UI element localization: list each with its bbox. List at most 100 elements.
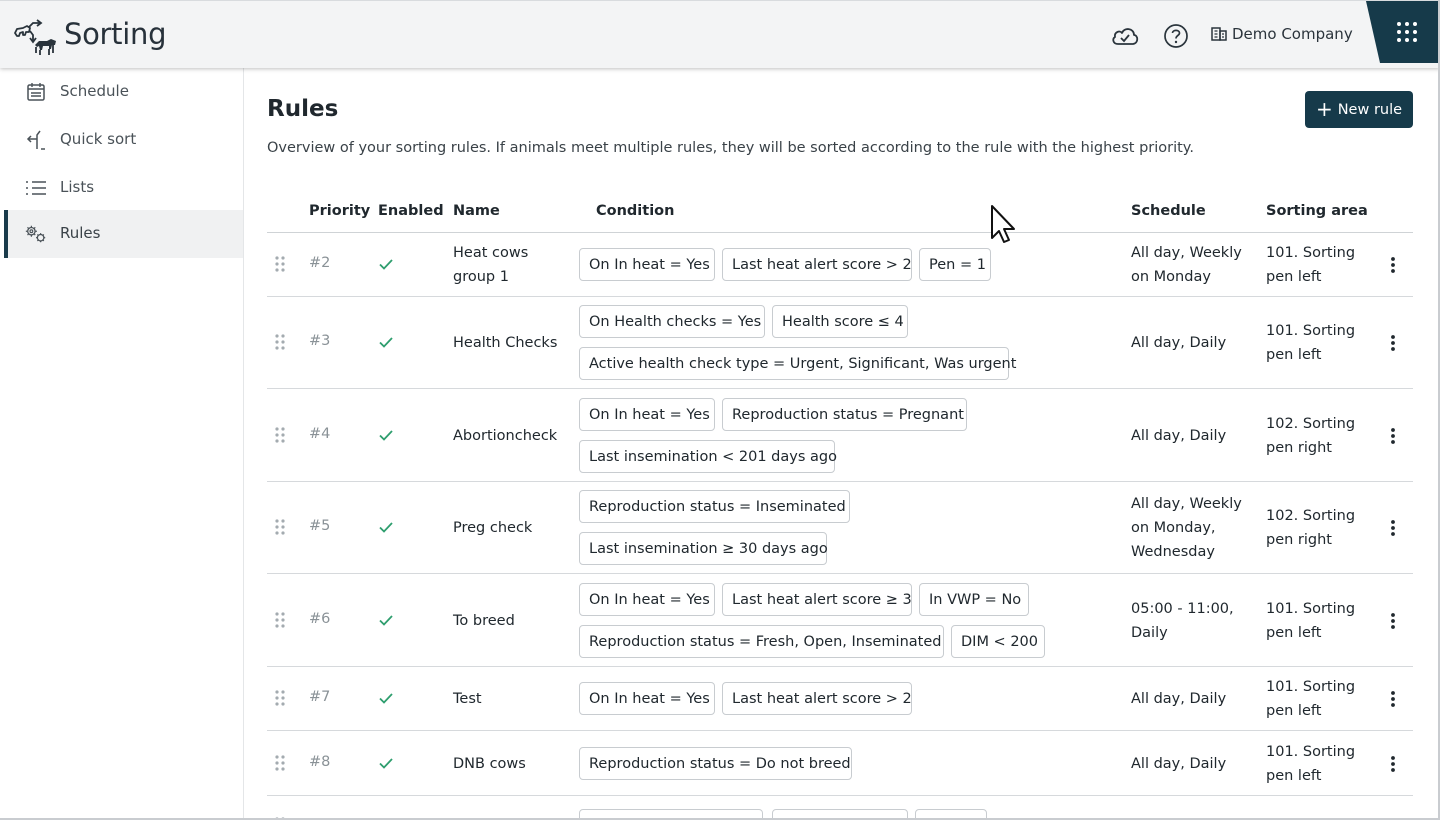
table-row[interactable]: #3 Health Checks On Health checks = Yes Hea… — [267, 297, 1413, 389]
condition-chip: Reproduction status = Do not breed — [579, 747, 852, 780]
sidebar-item-quick-sort[interactable]: Quick sort — [4, 116, 243, 164]
column-sorting-area[interactable]: Sorting area — [1266, 203, 1368, 219]
row-menu-icon[interactable] — [1385, 516, 1401, 540]
plus-icon: + — [1315, 96, 1333, 121]
condition-chip: Reproduction status = Pregnant — [722, 398, 967, 431]
help-icon[interactable] — [1161, 21, 1191, 51]
drag-handle-icon[interactable] — [273, 333, 287, 351]
cloud-check-icon[interactable] — [1110, 21, 1140, 51]
schedule-cell: All day, Daily — [1131, 752, 1255, 776]
new-rule-button[interactable]: + New rule — [1305, 91, 1413, 128]
priority-cell: #3 — [309, 333, 331, 349]
new-rule-label: New rule — [1337, 101, 1403, 118]
rule-name-line: Health Checks — [453, 335, 558, 351]
sorting-area-line: 101. Sorting — [1266, 323, 1356, 339]
table-row[interactable]: #5 Preg check Reproduction status = Insemi… — [267, 482, 1413, 574]
column-schedule[interactable]: Schedule — [1131, 203, 1206, 219]
mouse-cursor-icon — [991, 205, 1015, 243]
sorting-area-line: 101. Sorting — [1266, 744, 1356, 760]
table-row[interactable]: #6 To breed On In heat = Yes Last heat aler… — [267, 574, 1413, 667]
sorting-area-line: pen right — [1266, 440, 1332, 456]
drag-handle-icon[interactable] — [273, 754, 287, 772]
condition-chip: Last insemination < 201 days ago — [579, 440, 837, 473]
condition-chip: On In heat = Yes — [579, 583, 715, 616]
priority-cell: #2 — [309, 255, 331, 271]
priority-cell: #5 — [309, 518, 331, 534]
column-priority[interactable]: Priority — [309, 203, 370, 219]
schedule-line: Daily — [1131, 625, 1168, 641]
rule-name-line: Abortioncheck — [453, 428, 558, 444]
rule-name-line: Test — [453, 691, 482, 707]
condition-chip: Active health check type = Urgent, Signi… — [579, 347, 1016, 380]
condition-chip: On In heat = Yes — [579, 248, 715, 281]
sidebar-item-rules[interactable]: Rules — [4, 210, 243, 258]
main-content: Rules + New rule Overview of your sorting… — [250, 68, 1440, 820]
condition-chip: Reproduction status = Fresh, Open, Insem… — [579, 625, 944, 658]
drag-handle-icon[interactable] — [273, 689, 287, 707]
row-menu-icon[interactable] — [1385, 752, 1401, 776]
row-menu-icon[interactable] — [1385, 687, 1401, 711]
rule-name: Abortioncheck — [453, 424, 573, 448]
rule-name: Heat cows group 1 — [453, 241, 573, 289]
drag-handle-icon[interactable] — [273, 255, 287, 273]
company-switcher[interactable]: Demo Company — [1210, 25, 1353, 43]
column-name[interactable]: Name — [453, 203, 500, 219]
drag-handle-icon[interactable] — [273, 426, 287, 444]
condition-chip: DIM < 200 — [951, 625, 1045, 658]
sorting-area-line: pen left — [1266, 768, 1322, 784]
column-condition[interactable]: Condition — [596, 203, 674, 219]
sorting-area-line: 101. Sorting — [1266, 245, 1356, 261]
drag-handle-icon[interactable] — [273, 611, 287, 629]
sidebar-item-lists[interactable]: Lists — [4, 164, 243, 212]
sidebar-item-label: Schedule — [60, 82, 129, 100]
schedule-line: 05:00 - 11:00, — [1131, 601, 1234, 617]
drag-handle-icon[interactable] — [273, 518, 287, 536]
column-enabled[interactable]: Enabled — [378, 203, 444, 219]
schedule-line: on Monday, — [1131, 520, 1216, 536]
app-grid-button[interactable] — [1366, 1, 1440, 63]
enabled-check-icon — [377, 426, 395, 444]
sidebar-item-schedule[interactable]: Schedule — [4, 68, 243, 116]
schedule-line: All day, Daily — [1131, 428, 1227, 444]
enabled-check-icon — [377, 255, 395, 273]
rule-name: To breed — [453, 609, 573, 633]
sorting-area-line: pen right — [1266, 532, 1332, 548]
row-menu-icon[interactable] — [1385, 253, 1401, 277]
rule-name: DNB cows — [453, 752, 573, 776]
app-grid-icon — [1366, 1, 1440, 63]
sorting-area-line: pen left — [1266, 347, 1322, 363]
row-menu-icon[interactable] — [1385, 609, 1401, 633]
list-icon — [24, 176, 48, 200]
sidebar-item-label: Rules — [60, 224, 101, 242]
sorting-area-line: 101. Sorting — [1266, 601, 1356, 617]
sorting-area-cell: 101. Sorting pen left — [1266, 740, 1376, 788]
schedule-line: on Monday — [1131, 269, 1211, 285]
enabled-check-icon — [377, 518, 395, 536]
table-row[interactable]: #2 Heat cows group 1 On In heat = Yes Last h… — [267, 233, 1413, 297]
priority-cell: #4 — [309, 426, 331, 442]
condition-chip: Health score ≤ 4 — [772, 305, 908, 338]
priority-cell: #8 — [309, 754, 331, 770]
schedule-cell: All day, Daily — [1131, 331, 1255, 355]
condition-chip: In VWP = No — [919, 583, 1029, 616]
condition-chip: Last insemination ≥ 30 days ago — [579, 532, 828, 565]
sorting-area-line: pen left — [1266, 703, 1322, 719]
row-menu-icon[interactable] — [1385, 424, 1401, 448]
sorting-area-line: 101. Sorting — [1266, 679, 1356, 695]
schedule-line: All day, Daily — [1131, 691, 1227, 707]
condition-chip: Last heat alert score > 2 — [722, 248, 912, 281]
table-row[interactable]: DCC >100All day, Weekly101. Sorting — [267, 796, 1413, 820]
table-header: Priority Enabled Name Condition Schedule… — [267, 192, 1413, 233]
condition-chip: Last heat alert score ≥ 3 — [722, 583, 912, 616]
enabled-check-icon — [377, 611, 395, 629]
sorting-area-cell: 102. Sorting pen right — [1266, 504, 1376, 552]
row-menu-icon[interactable] — [1385, 331, 1401, 355]
table-row[interactable]: #8 DNB cows Reproduction status = Do not b… — [267, 731, 1413, 796]
sidebar-item-label: Lists — [60, 178, 95, 196]
sidebar: Schedule Quick sort Lists Rules — [0, 68, 244, 820]
table-row[interactable]: #4 Abortioncheck On In heat = Yes Reproduct… — [267, 389, 1413, 482]
sorting-area-cell: 101. Sorting pen left — [1266, 241, 1376, 289]
condition-chip: Pen = 1 — [919, 248, 991, 281]
table-row[interactable]: #7 Test On In heat = Yes Last heat alert sc… — [267, 667, 1413, 731]
sorting-area-line: pen left — [1266, 269, 1322, 285]
